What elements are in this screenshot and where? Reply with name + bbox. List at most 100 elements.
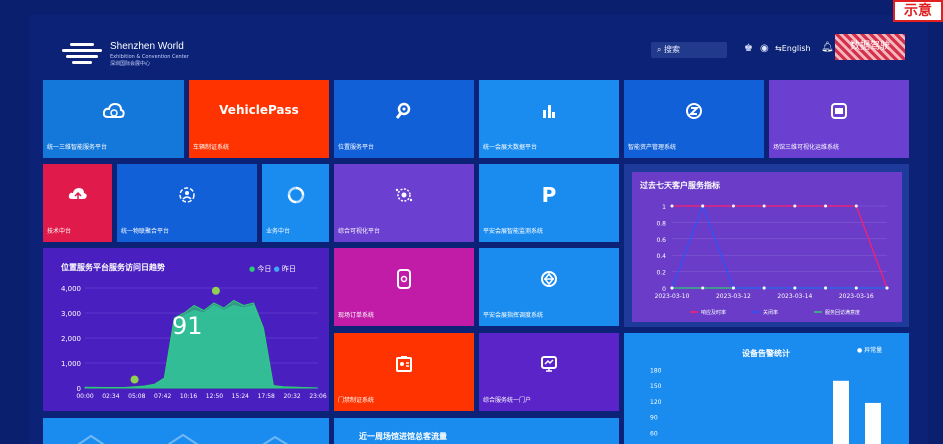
x-tick-label: 07:42	[154, 393, 171, 400]
x-tick-label: 10:16	[180, 393, 197, 400]
mountain-icon	[77, 433, 289, 444]
tile-asset[interactable]: 智能资产管理系统	[624, 80, 764, 158]
tile-3d-ops[interactable]: 场馆三维可视化运维系统	[769, 80, 909, 158]
tile-label: 位置服务平台	[338, 144, 375, 151]
tile-label: 平安会展智能监测系统	[483, 228, 544, 235]
y-tick-label: 0.4	[656, 253, 666, 260]
p-icon: P	[541, 183, 557, 208]
y-tick-label: 0.2	[656, 270, 666, 277]
tile-visual[interactable]: 综合可视化平台	[334, 164, 474, 242]
x-tick-label: 12:50	[206, 393, 223, 400]
y-tick-label: 150	[650, 383, 662, 390]
phone-order-icon	[397, 269, 411, 290]
user-menu[interactable]: 数据驾驶	[835, 34, 905, 60]
marker-pin	[130, 375, 139, 384]
tile-label: 统一物联聚合平台	[121, 228, 170, 235]
x-tick-label: 17:58	[258, 393, 275, 400]
language-switch[interactable]: ⇆English	[775, 44, 811, 53]
legend-label: 服务回访满意度	[825, 309, 860, 316]
tile-iot[interactable]: 统一物联聚合平台	[117, 164, 257, 242]
y-tick-label: 1	[662, 204, 666, 211]
data-point	[670, 286, 674, 290]
weekly-traffic-panel: 近一周场馆进馆总客流量	[334, 418, 619, 444]
y-tick-label: 0	[662, 286, 666, 293]
tile-business-center[interactable]: 业务中台	[262, 164, 329, 242]
shirt-icon[interactable]: ♚	[744, 43, 753, 54]
x-tick-label: 23:06	[309, 393, 326, 400]
data-point	[670, 204, 674, 208]
target-icon[interactable]: ◉	[760, 43, 769, 54]
y-tick-label: 3,000	[61, 310, 81, 318]
x-tick-label: 15:24	[232, 393, 249, 400]
data-point	[824, 286, 828, 290]
search-placeholder: 搜索	[664, 45, 681, 54]
series-line-响应及时率	[672, 205, 888, 289]
x-tick-label: 20:32	[283, 393, 300, 400]
stamp: 示意	[893, 0, 943, 22]
data-bars-icon	[543, 105, 555, 119]
data-point	[824, 204, 828, 208]
tile-access-badge[interactable]: 门禁制证系统	[334, 333, 474, 411]
tile-label: 统一三维智能服务平台	[47, 144, 108, 151]
data-point	[762, 286, 766, 290]
data-point	[885, 286, 889, 290]
data-point	[793, 286, 797, 290]
tile-label: 综合可视化平台	[338, 228, 381, 235]
tile-label: 场馆三维可视化运维系统	[773, 144, 840, 151]
data-point	[731, 204, 735, 208]
portal-icon	[541, 356, 557, 372]
tile-portal[interactable]: 综合服务统一门户	[479, 333, 619, 411]
vehiclepass-logo: VehiclePass	[219, 102, 299, 117]
x-tick-label: 02:34	[102, 393, 119, 400]
data-point	[854, 204, 858, 208]
logo-subtitle: Exhibition & Convention Center 深圳国际会展中心	[110, 54, 189, 67]
bottom-left-panel	[43, 418, 329, 444]
y-tick-label: 60	[650, 430, 658, 437]
marker-pin	[211, 286, 220, 295]
logo-title: Shenzhen World	[110, 41, 184, 52]
tile-label: 统一会展大数据平台	[483, 144, 538, 151]
search-icon: ⌕	[657, 45, 662, 54]
y-tick-label: 90	[650, 415, 658, 422]
x-tick-label: 2023-03-16	[839, 293, 874, 300]
search-input[interactable]: ⌕ 搜索	[651, 42, 727, 58]
alarm-bar	[865, 402, 881, 444]
logo-subtitle-cn: 深圳国际会展中心	[110, 61, 151, 67]
tile-label: 门禁制证系统	[338, 397, 375, 404]
cloud-icon	[102, 103, 125, 119]
3d-box-icon	[831, 103, 847, 120]
tile-monitor[interactable]: P 平安会展智能监测系统	[479, 164, 619, 242]
visual-icon	[395, 188, 413, 202]
tile-big-data[interactable]: 统一会展大数据平台	[479, 80, 619, 158]
tile-order[interactable]: 现场订单系统	[334, 248, 474, 326]
weekly-line-chart: 0 0.2 0.4 0.6 0.8 1 2023-03-10 2023-03-12 2023-0…	[655, 204, 889, 316]
x-tick-label: 2023-03-14	[777, 293, 812, 300]
data-point	[762, 204, 766, 208]
y-tick-label: 180	[650, 367, 662, 374]
alarm-bar	[833, 380, 849, 444]
y-tick-label: 1,000	[61, 360, 81, 368]
alarm-bar-chart: 60 90 120 150 180	[650, 367, 881, 444]
tile-tech-center[interactable]: 技术中台	[43, 164, 112, 242]
y-tick-label: 0	[77, 385, 81, 393]
swap-icon: ⇆	[775, 44, 782, 53]
alarm-panel: 设备告警统计 ● 异常量 60 90 120 150 180	[624, 333, 909, 444]
data-point	[701, 286, 705, 290]
weekly-service-panel: 过去七天客户服务指标 0 0.2 0.4 0.6 0.8 1 2023-03-10 2023-…	[624, 164, 909, 327]
tile-location-service[interactable]: 位置服务平台	[334, 80, 474, 158]
legend-label: 关闭率	[763, 309, 778, 316]
y-tick-label: 0.6	[656, 237, 666, 244]
x-tick-label: 2023-03-10	[655, 293, 690, 300]
tile-vehicle-pass[interactable]: VehiclePass 车辆制证系统	[189, 80, 329, 158]
logo[interactable]: Shenzhen World Exhibition & Convention C…	[62, 40, 192, 67]
logo-subtitle-en: Exhibition & Convention Center	[110, 54, 189, 60]
tile-label: 车辆制证系统	[193, 144, 230, 151]
data-point	[793, 204, 797, 208]
tile-dispatch[interactable]: 平安会展指挥调度系统	[479, 248, 619, 326]
tile-label: 智能资产管理系统	[628, 144, 677, 151]
tile-3d-service[interactable]: 统一三维智能服务平台	[43, 80, 184, 158]
tile-label: 综合服务统一门户	[483, 397, 532, 404]
series-line-关闭率	[671, 204, 887, 289]
bell-icon[interactable]: 🔔︎	[821, 42, 834, 53]
location-search-icon	[395, 102, 411, 120]
